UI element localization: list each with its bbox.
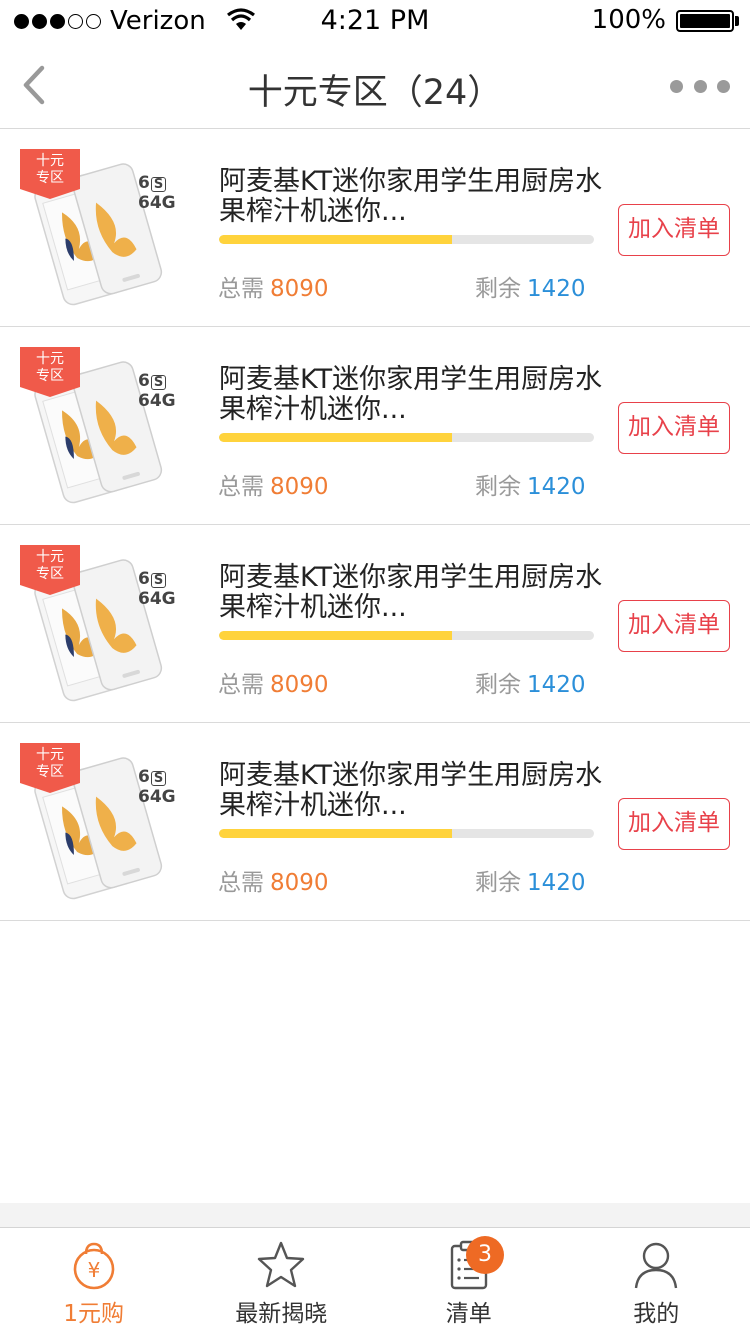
total-label: 总需 [218,276,264,302]
product-title[interactable]: 阿麦基KT迷你家用学生用厨房水果榨汁机迷你... [219,365,604,425]
star-icon [258,1241,305,1288]
progress-fill [219,829,452,838]
product-thumbnail[interactable]: 十元 专区 6S 64G [18,139,188,319]
more-dot-icon [717,79,730,93]
total-value: 8090 [270,474,329,500]
total-label: 总需 [218,672,264,698]
model-s: S [150,177,167,192]
tab-label: 我的 [633,1301,680,1327]
model-s: S [150,771,167,786]
remain-value: 1420 [527,474,586,500]
promo-tag-label: 十元 专区 [36,549,64,582]
product-thumbnail[interactable]: 十元 专区 6S 64G [18,733,188,913]
navigation-bar: 十元专区（24） [0,42,750,129]
tab-label: 最新揭晓 [235,1301,328,1327]
product-title[interactable]: 阿麦基KT迷你家用学生用厨房水果榨汁机迷你... [219,761,604,821]
add-to-list-button[interactable]: 加入清单 [618,798,730,850]
total-value: 8090 [270,870,329,896]
tab-mine[interactable]: 我的 [563,1228,750,1334]
remain-label: 剩余 [475,474,521,500]
product-title[interactable]: 阿麦基KT迷你家用学生用厨房水果榨汁机迷你... [219,563,604,623]
tab-label: 清单 [445,1301,492,1327]
product-item[interactable]: 十元 专区 6S 64G 阿麦基KT迷你家用学生用厨房水果榨汁机迷你... 总需… [0,327,750,525]
progress-fill [219,235,452,244]
total-label: 总需 [218,870,264,896]
add-to-list-button[interactable]: 加入清单 [618,600,730,652]
remain-label: 剩余 [475,276,521,302]
remain-label: 剩余 [475,672,521,698]
product-item[interactable]: 十元 专区 6S 64G 阿麦基KT迷你家用学生用厨房水果榨汁机迷你... 总需… [0,525,750,723]
product-item[interactable]: 十元 专区 6S 64G 阿麦基KT迷你家用学生用厨房水果榨汁机迷你... 总需… [0,723,750,921]
model-label: 6S 64G [138,569,176,609]
remaining: 剩余 1420 [475,467,586,501]
more-dot-icon [670,79,683,93]
total-needed: 总需 8090 [218,665,329,699]
battery-tip [735,16,739,26]
battery-icon [676,10,734,32]
total-label: 总需 [218,474,264,500]
promo-tag-label: 十元 专区 [36,351,64,384]
promo-tag-label: 十元 专区 [36,153,64,186]
progress-bar [219,433,594,442]
remain-value: 1420 [527,276,586,302]
add-to-list-button[interactable]: 加入清单 [618,204,730,256]
model-storage: 64G [138,787,176,807]
promo-tag: 十元 专区 [20,743,80,793]
tab-bar-separator [0,1203,750,1228]
tab-bar: ¥ 1元购 最新揭晓 清单 我的 [0,1228,750,1334]
product-item[interactable]: 十元 专区 6S 64G 阿麦基KT迷你家用学生用厨房水果榨汁机迷你... 总需… [0,129,750,327]
model-prefix: 6 [138,767,150,787]
promo-tag: 十元 专区 [20,347,80,397]
tab-one-yuan[interactable]: ¥ 1元购 [0,1228,188,1334]
total-needed: 总需 8090 [218,863,329,897]
progress-bar [219,631,594,640]
tab-label: 1元购 [63,1301,125,1327]
progress-fill [219,433,452,442]
progress-bar [219,235,594,244]
remain-label: 剩余 [475,870,521,896]
product-thumbnail[interactable]: 十元 专区 6S 64G [18,337,188,517]
list-count-badge: 3 [466,1236,504,1274]
more-button[interactable] [670,76,730,96]
model-storage: 64G [138,391,176,411]
total-needed: 总需 8090 [218,467,329,501]
total-needed: 总需 8090 [218,269,329,303]
page-title: 十元专区（24） [247,73,503,113]
model-label: 6S 64G [138,371,176,411]
remaining: 剩余 1420 [475,665,586,699]
model-prefix: 6 [138,173,150,193]
product-list: 十元 专区 6S 64G 阿麦基KT迷你家用学生用厨房水果榨汁机迷你... 总需… [0,129,750,921]
svg-text:¥: ¥ [87,1258,100,1282]
remain-value: 1420 [527,870,586,896]
model-storage: 64G [138,193,176,213]
remaining: 剩余 1420 [475,863,586,897]
model-prefix: 6 [138,569,150,589]
model-label: 6S 64G [138,767,176,807]
status-bar: Verizon 4:21 PM 100% [0,0,750,42]
product-thumbnail[interactable]: 十元 专区 6S 64G [18,535,188,715]
total-value: 8090 [270,276,329,302]
model-storage: 64G [138,589,176,609]
model-s: S [150,573,167,588]
more-dot-icon [693,79,707,93]
tab-latest[interactable]: 最新揭晓 [188,1228,376,1334]
total-value: 8090 [270,672,329,698]
progress-bar [219,829,594,838]
remain-value: 1420 [527,672,586,698]
promo-tag: 十元 专区 [20,545,80,595]
yuan-bag-icon: ¥ [73,1242,115,1290]
product-title[interactable]: 阿麦基KT迷你家用学生用厨房水果榨汁机迷你... [219,167,604,227]
promo-tag: 十元 专区 [20,149,80,199]
add-to-list-button[interactable]: 加入清单 [618,402,730,454]
battery-percentage: 100% [591,5,666,35]
user-icon [635,1242,678,1289]
model-label: 6S 64G [138,173,176,213]
model-s: S [150,375,167,390]
model-prefix: 6 [138,371,150,391]
remaining: 剩余 1420 [475,269,586,303]
progress-fill [219,631,452,640]
promo-tag-label: 十元 专区 [36,747,64,780]
